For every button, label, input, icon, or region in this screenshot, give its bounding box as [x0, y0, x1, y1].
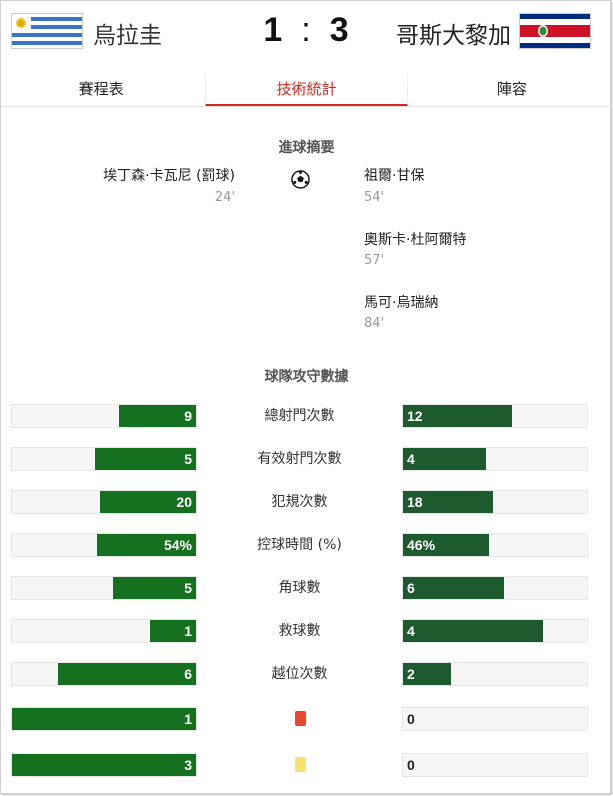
stat-row: 20 犯規次數 18: [1, 490, 612, 516]
away-goal-minute-2: 57': [364, 253, 385, 268]
home-stat-bar: 54%: [97, 534, 196, 556]
tab-schedule[interactable]: 賽程表: [1, 73, 201, 106]
soccer-ball-icon: [291, 170, 310, 189]
stat-label: 總射門次數: [264, 408, 335, 424]
away-stat-track: 4: [402, 447, 588, 471]
stat-row: 9 總射門次數 12: [1, 404, 612, 430]
stat-label: 控球時間 (%): [257, 537, 342, 553]
away-goal-minute-1: 54': [364, 190, 385, 205]
stat-label: 犯規次數: [271, 494, 328, 510]
home-stat-bar: 3: [12, 754, 196, 776]
match-card: 烏拉圭 1:3 哥斯大黎加 賽程表 技術統計 陣容 進球摘要 埃丁森·卡瓦尼 (…: [0, 0, 612, 794]
home-stat-bar: 1: [150, 620, 196, 642]
away-team-name: 哥斯大黎加: [396, 23, 511, 49]
stat-row: 1 救球數 4: [1, 619, 612, 645]
match-header: 烏拉圭 1:3 哥斯大黎加: [1, 1, 612, 67]
stat-row: 5 有效射門次數 4: [1, 447, 612, 473]
away-stat-bar: 6: [403, 577, 504, 599]
away-stat-track: 4: [402, 619, 588, 643]
tab-bar: 賽程表 技術統計 陣容: [1, 73, 612, 107]
away-stat-bar: 12: [403, 405, 512, 427]
away-stat-track: 18: [402, 490, 588, 514]
home-stat-track: 6: [11, 662, 197, 686]
stat-label: 救球數: [278, 623, 321, 639]
goals-summary-title: 進球摘要: [278, 140, 335, 156]
away-goal-scorer-2: 奧斯卡·杜阿爾特: [364, 232, 467, 248]
away-score: 3: [329, 11, 350, 49]
home-goal-minute: 24': [214, 190, 235, 205]
stat-label: 有效射門次數: [257, 451, 342, 467]
away-stat-bar: 46%: [403, 534, 489, 556]
away-stat-track: 0: [402, 753, 588, 777]
stat-label: 角球數: [278, 580, 321, 596]
away-stat-track: 6: [402, 576, 588, 600]
home-score: 1: [263, 11, 284, 49]
away-stat-track: 46%: [402, 533, 588, 557]
away-stat-bar: 4: [403, 448, 486, 470]
stat-label: 越位次數: [271, 666, 328, 682]
home-stat-track: 1: [11, 619, 197, 643]
away-stat-bar: 4: [403, 620, 543, 642]
stat-row: 6 越位次數 2: [1, 662, 612, 688]
away-goal-minute-3: 84': [364, 316, 385, 331]
away-stat-bar: 2: [403, 663, 451, 685]
home-stat-track: 54%: [11, 533, 197, 557]
away-stat-track: 12: [402, 404, 588, 428]
away-stat-bar: 18: [403, 491, 493, 513]
home-stat-track: 5: [11, 447, 197, 471]
stat-row: 54% 控球時間 (%) 46%: [1, 533, 612, 559]
yellow-card-icon: [295, 757, 306, 772]
score-separator: :: [301, 11, 312, 49]
home-stat-track: 9: [11, 404, 197, 428]
away-stat-track: 0: [402, 707, 588, 731]
tab-lineup[interactable]: 陣容: [412, 73, 612, 106]
home-stat-track: 5: [11, 576, 197, 600]
stat-row: 30: [1, 753, 612, 779]
home-stat-track: 3: [11, 753, 197, 777]
home-stat-bar: 1: [12, 708, 196, 730]
costa-rica-flag-icon: [519, 13, 591, 49]
tab-technical-stats[interactable]: 技術統計: [205, 73, 408, 106]
away-goal-scorer-3: 馬可·烏瑞納: [364, 295, 439, 311]
stat-row: 10: [1, 707, 612, 733]
away-stat-track: 2: [402, 662, 588, 686]
home-stat-track: 20: [11, 490, 197, 514]
home-stat-bar: 5: [95, 448, 196, 470]
home-goal-scorer: 埃丁森·卡瓦尼 (罰球): [103, 168, 235, 184]
away-stat-value: 0: [407, 711, 415, 727]
stat-row: 5 角球數 6: [1, 576, 612, 602]
home-stat-bar: 6: [58, 663, 196, 685]
home-stat-bar: 5: [113, 577, 196, 599]
home-stat-bar: 9: [119, 405, 196, 427]
home-stat-track: 1: [11, 707, 197, 731]
team-stats-title: 球隊攻守數據: [264, 369, 349, 385]
away-goal-scorer-1: 祖爾·甘保: [364, 168, 425, 184]
red-card-icon: [295, 711, 306, 726]
away-stat-value: 0: [407, 757, 415, 773]
home-stat-bar: 20: [100, 491, 196, 513]
